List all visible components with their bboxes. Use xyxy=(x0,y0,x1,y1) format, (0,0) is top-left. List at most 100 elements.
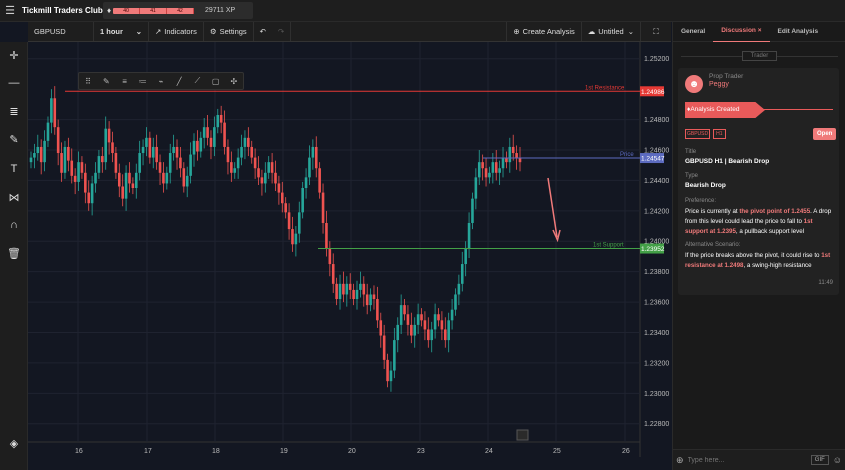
candle-body xyxy=(213,127,216,147)
rectangle-icon[interactable]: ▢ xyxy=(207,77,225,86)
chart-canvas[interactable]: 1.252001.248001.246001.244001.242001.240… xyxy=(28,42,671,457)
candle-body xyxy=(264,172,267,184)
candle-body xyxy=(185,175,189,187)
candle-body xyxy=(284,203,287,213)
candle-body xyxy=(67,146,70,161)
pencil-icon[interactable]: ✎ xyxy=(97,77,115,86)
symbol-selector[interactable]: GBPUSD xyxy=(28,22,94,41)
candle-body xyxy=(416,314,420,325)
price-chart[interactable]: 1.25200 1.24800 1.24600 1.24400 1.24200 1.240… xyxy=(28,42,671,457)
candle-body xyxy=(331,264,335,284)
text-icon[interactable]: T xyxy=(0,156,28,182)
candle-body xyxy=(141,146,145,154)
candle-body xyxy=(168,153,172,173)
tag: GBPUSD xyxy=(685,129,711,139)
horizontal-line-icon[interactable]: ― xyxy=(0,70,28,96)
candle-body xyxy=(131,183,135,189)
candle-body xyxy=(138,153,141,173)
undo-icon: ↶ xyxy=(259,27,266,36)
candle-body xyxy=(179,157,182,169)
candle-body xyxy=(219,115,223,123)
candle-body xyxy=(209,137,213,147)
create-analysis-button[interactable]: ⊕ Create Analysis xyxy=(506,22,582,41)
alt-text-part: If the price breaks above the pivot, it … xyxy=(685,252,822,259)
candle-body xyxy=(376,299,379,321)
candle-body xyxy=(297,212,301,234)
candle-body xyxy=(494,162,498,173)
redo-button[interactable]: ↷ xyxy=(272,22,292,41)
candle-body xyxy=(335,283,338,300)
gif-button[interactable]: GIF xyxy=(810,455,829,465)
candle-body xyxy=(454,294,457,310)
username[interactable]: Peggy xyxy=(709,81,729,88)
pattern-icon[interactable]: ⋈ xyxy=(0,184,28,210)
trend-line-icon[interactable]: ╱ xyxy=(170,77,188,86)
candle-body xyxy=(70,160,74,176)
candle-body xyxy=(199,137,203,152)
close-icon[interactable]: × xyxy=(758,27,762,34)
candle-body xyxy=(508,146,512,163)
x-tick-label: 25 xyxy=(553,448,561,455)
tab-general[interactable]: General xyxy=(673,22,713,42)
tab-discussion-label: Discussion xyxy=(721,27,756,34)
type-value: Bearish Drop xyxy=(685,182,726,189)
chevron-down-icon: ⌄ xyxy=(135,27,142,36)
candle-body xyxy=(379,320,383,336)
candle-body xyxy=(447,320,450,341)
candle-body xyxy=(233,168,237,173)
candle-body xyxy=(134,172,138,189)
y-tick-label: 1.23400 xyxy=(644,330,669,337)
ray-icon[interactable]: ⟋ xyxy=(188,76,206,86)
fib-icon[interactable]: ≔ xyxy=(134,77,152,86)
magnet-icon[interactable]: ∩ xyxy=(0,212,28,238)
plus-icon[interactable]: ⊕ xyxy=(676,455,684,466)
interval-selector[interactable]: 1 hour ⌄ xyxy=(94,22,149,41)
layers-icon[interactable]: ◈ xyxy=(0,430,28,456)
indicators-button[interactable]: ↗ Indicators xyxy=(149,22,204,41)
candle-body xyxy=(226,146,230,163)
type-label: Type xyxy=(685,173,699,179)
status-label: Analysis Created xyxy=(690,106,740,113)
trash-icon[interactable]: 🗑 xyxy=(0,240,28,266)
menu-icon[interactable]: ☰ xyxy=(0,4,20,17)
interval-label: 1 hour xyxy=(100,27,123,36)
candle-body xyxy=(321,192,325,223)
fullscreen-button[interactable]: ⛶ xyxy=(641,22,671,41)
message-input[interactable] xyxy=(687,456,811,464)
layout-selector[interactable]: ☁ Untitled ⌄ xyxy=(582,22,641,41)
candle-body xyxy=(101,156,104,163)
title-value: GBPUSD H1 | Bearish Drop xyxy=(685,158,770,165)
candle-body xyxy=(430,329,434,341)
indicators-icon: ↗ xyxy=(155,27,162,36)
candle-body xyxy=(148,137,152,158)
candle-body xyxy=(484,168,488,178)
cross-icon[interactable]: ✣ xyxy=(225,77,243,86)
candle-body xyxy=(124,172,128,199)
y-tick-label: 1.24800 xyxy=(644,117,669,124)
candle-body xyxy=(206,127,209,138)
path-icon[interactable]: ⌁ xyxy=(152,77,170,86)
settings-button[interactable]: ⚙ Settings xyxy=(204,22,254,41)
crosshair-icon[interactable]: ✛ xyxy=(0,42,28,68)
candle-body xyxy=(277,183,281,193)
right-panel: General Discussion × Edit Analysis Trade… xyxy=(672,22,845,470)
tag: H1 xyxy=(713,129,726,139)
xp-segment: 41 xyxy=(140,7,168,14)
drawing-toolbar: ✛ ― ≣ ✎ T ⋈ ∩ 🗑 ◈ xyxy=(0,42,28,470)
emoji-icon[interactable]: ☺ xyxy=(833,455,842,465)
candle-body xyxy=(365,294,369,306)
undo-button[interactable]: ↶ xyxy=(254,22,272,41)
status-line xyxy=(763,109,833,110)
drag-handle-icon[interactable]: ⠿ xyxy=(79,77,97,86)
tab-discussion[interactable]: Discussion × xyxy=(713,21,770,42)
channel-icon[interactable]: ≣ xyxy=(0,98,28,124)
tab-edit-analysis[interactable]: Edit Analysis xyxy=(770,22,827,42)
brush-icon[interactable]: ✎ xyxy=(0,126,28,152)
lines-icon[interactable]: ≡ xyxy=(115,77,133,86)
candle-body xyxy=(386,359,389,382)
open-button[interactable]: Open xyxy=(813,128,837,140)
avatar[interactable]: ☻ xyxy=(685,75,703,93)
candle-body xyxy=(382,335,386,360)
x-tick-label: 26 xyxy=(622,448,630,455)
x-tick-label: 18 xyxy=(212,448,220,455)
